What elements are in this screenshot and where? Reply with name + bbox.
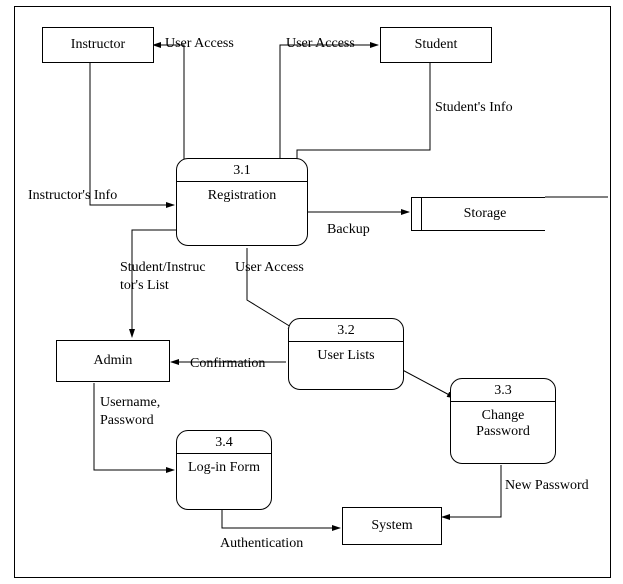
flow-label-username-password: Username, [100, 395, 160, 411]
entity-label: Student [415, 37, 458, 53]
datastore-label: Storage [411, 206, 545, 222]
process-number: 3.4 [177, 431, 271, 453]
arrows-layer [0, 0, 623, 584]
entity-instructor: Instructor [42, 27, 154, 63]
flow-label-student-instructor-list: Student/Instruc [120, 260, 206, 276]
process-registration: 3.1 Registration [176, 158, 308, 246]
entity-system: System [342, 507, 442, 545]
flow-label-new-password: New Password [505, 478, 589, 494]
flow-label-student-instructor-list: tor's List [120, 278, 169, 294]
process-number: 3.3 [451, 379, 555, 401]
flow-label-backup: Backup [327, 222, 370, 238]
process-number: 3.1 [177, 159, 307, 181]
entity-student: Student [380, 27, 492, 63]
flow-label-instructors-info: Instructor's Info [28, 188, 117, 204]
process-number: 3.2 [289, 319, 403, 341]
flow-label-user-access: User Access [235, 260, 304, 276]
flow-label-user-access: User Access [286, 36, 355, 52]
flow-label-username-password: Password [100, 413, 154, 429]
process-change-password: 3.3 Change Password [450, 378, 556, 464]
process-name: User Lists [289, 342, 403, 368]
entity-label: System [371, 518, 412, 534]
entity-label: Admin [94, 353, 133, 369]
process-name: Change Password [451, 402, 555, 444]
entity-label: Instructor [71, 37, 125, 53]
process-name: Log-in Form [177, 454, 271, 480]
process-login-form: 3.4 Log-in Form [176, 430, 272, 510]
entity-admin: Admin [56, 340, 170, 382]
process-user-lists: 3.2 User Lists [288, 318, 404, 390]
flow-label-confirmation: Confirmation [190, 356, 265, 372]
process-name: Registration [177, 182, 307, 208]
flow-label-user-access: User Access [165, 36, 234, 52]
flow-label-students-info: Student's Info [435, 100, 513, 116]
flow-label-authentication: Authentication [220, 536, 303, 552]
datastore-storage: Storage [411, 197, 545, 231]
